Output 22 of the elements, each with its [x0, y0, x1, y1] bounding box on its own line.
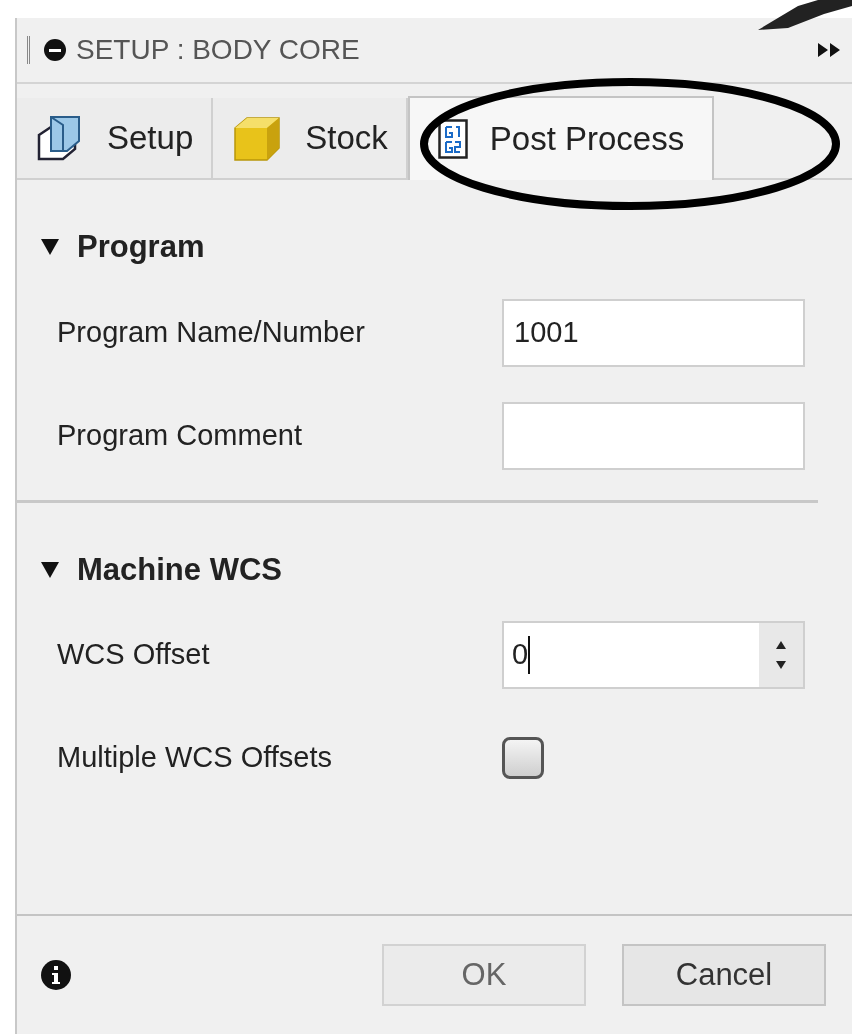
- panel-title: SETUP : BODY CORE: [76, 33, 360, 67]
- tab[interactable]: Stock: [213, 98, 408, 178]
- spinner-arrows-icon[interactable]: [759, 623, 803, 687]
- field-label: Program Comment: [57, 417, 303, 453]
- field-label: Multiple WCS Offsets: [57, 740, 334, 776]
- number-field[interactable]: 0: [502, 621, 805, 689]
- section-header[interactable]: Machine WCS: [17, 502, 818, 621]
- input-field[interactable]: 1001: [502, 298, 805, 367]
- info-icon[interactable]: [41, 960, 71, 990]
- caret-icon: [41, 561, 59, 578]
- checkbox[interactable]: [502, 737, 544, 779]
- caret-icon: [41, 239, 59, 256]
- section-header[interactable]: Program: [17, 180, 818, 299]
- field-label: WCS Offset: [57, 637, 211, 673]
- gcode-icon: [437, 119, 468, 159]
- collapse-icon[interactable]: [44, 39, 66, 61]
- dialog-button[interactable]: Cancel: [622, 944, 826, 1006]
- field-label: Program Name/Number: [57, 314, 366, 350]
- tab[interactable]: Setup: [17, 98, 214, 178]
- input-field[interactable]: [502, 401, 805, 470]
- tab[interactable]: Post Process: [407, 96, 715, 180]
- expand-icon[interactable]: [818, 41, 842, 59]
